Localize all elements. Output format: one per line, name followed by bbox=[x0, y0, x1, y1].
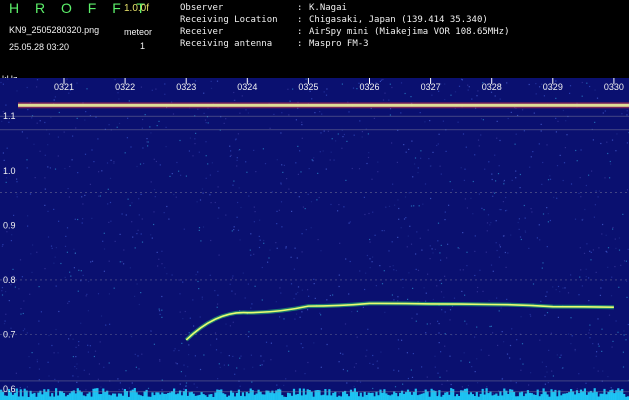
y-tick-label: 0.8 bbox=[3, 275, 16, 285]
info-value: Chigasaki, Japan (139.414 35.340) bbox=[309, 15, 488, 25]
grid-layer bbox=[0, 115, 629, 393]
info-key: Observer bbox=[180, 3, 224, 13]
carrier-core bbox=[18, 103, 629, 107]
info-row-receiver: Receiver: AirSpy mini (Miakejima VOR 108.… bbox=[180, 27, 510, 37]
header-panel: H R O F F T 1.0.0f KN9_2505280320.png 25… bbox=[0, 0, 629, 84]
x-tick-label: 0329 bbox=[543, 82, 563, 92]
x-tick-label: 0321 bbox=[54, 82, 74, 92]
noise-layer bbox=[0, 78, 629, 400]
y-tick-layer: 0.6 0.7 0.8 0.9 1.0 1.1 bbox=[3, 111, 16, 394]
carrier-layer bbox=[18, 102, 629, 109]
meteor-count-value: 1 bbox=[140, 41, 146, 51]
info-value: K.Nagai bbox=[309, 3, 347, 13]
meteor-count-label: meteor bbox=[124, 27, 153, 37]
y-tick-label: 0.9 bbox=[3, 220, 16, 230]
y-tick-label: 1.0 bbox=[3, 166, 16, 176]
x-tick-label: 0327 bbox=[421, 82, 441, 92]
file-name: KN9_2505280320.png bbox=[9, 25, 100, 35]
app-version: 1.0.0f bbox=[124, 3, 150, 14]
info-row-antenna: Receiving antenna: Maspro FM-3 bbox=[180, 39, 369, 49]
info-value: AirSpy mini (Miakejima VOR 108.65MHz) bbox=[309, 27, 510, 37]
station-info: Observer: K.Nagai Receiving Location: Chig… bbox=[180, 2, 509, 50]
observation-datetime: 25.05.28 03:20 bbox=[9, 42, 70, 52]
x-tick-label: 0324 bbox=[237, 82, 257, 92]
info-value: Maspro FM-3 bbox=[309, 39, 369, 49]
x-tick-label: 0323 bbox=[176, 82, 196, 92]
spectrogram-plot: 0321 0322 0323 0324 0325 0326 0327 0328 0329 0330… bbox=[0, 78, 629, 400]
y-tick-label: 0.6 bbox=[3, 384, 16, 394]
x-tick-label: 0322 bbox=[115, 82, 135, 92]
y-tick-label: 1.1 bbox=[3, 111, 16, 121]
info-key: Receiving Location bbox=[180, 15, 278, 25]
x-tick-label: 0326 bbox=[360, 82, 380, 92]
x-tick-layer: 0321 0322 0323 0324 0325 0326 0327 0328 0329 0330 bbox=[54, 78, 624, 92]
info-row-location: Receiving Location: Chigasaki, Japan (139… bbox=[180, 15, 488, 25]
info-key: Receiving antenna bbox=[180, 39, 273, 49]
x-tick-label: 0330 bbox=[604, 82, 624, 92]
x-tick-label: 0328 bbox=[482, 82, 502, 92]
spectrogram-svg: 0321 0322 0323 0324 0325 0326 0327 0328 0329 0330… bbox=[0, 78, 629, 400]
info-key: Receiver bbox=[180, 27, 224, 37]
x-tick-label: 0325 bbox=[298, 82, 318, 92]
y-tick-label: 0.7 bbox=[3, 330, 16, 340]
info-row-observer: Observer: K.Nagai bbox=[180, 3, 347, 13]
